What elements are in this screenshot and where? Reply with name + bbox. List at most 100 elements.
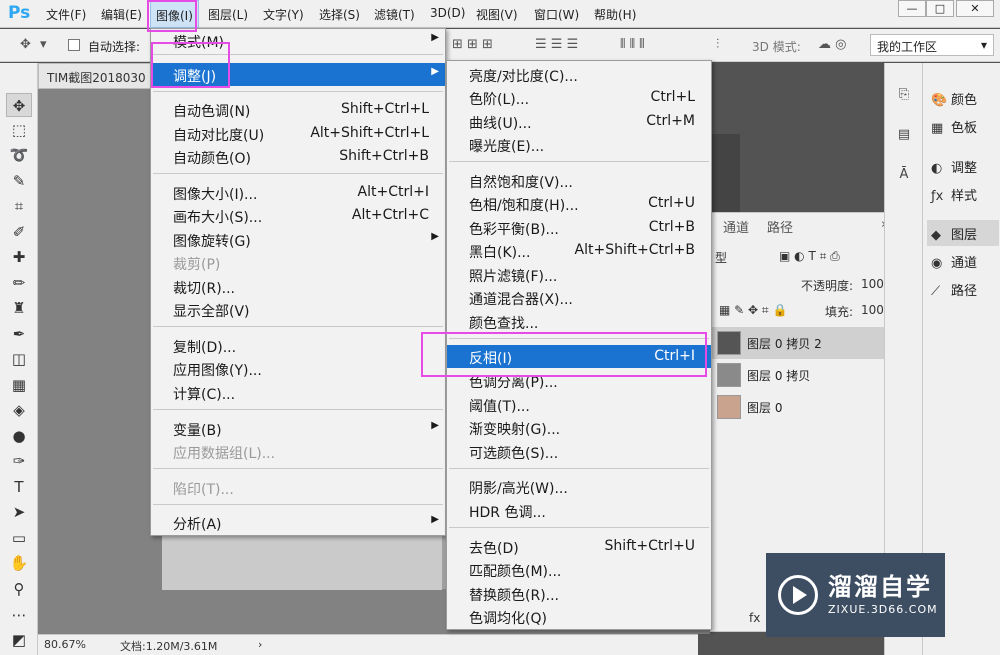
path-select-icon[interactable]: ➤ [6, 500, 32, 524]
character-icon[interactable]: Ā [893, 167, 915, 189]
annotation-box-invert [421, 332, 707, 377]
tab-paths[interactable]: 路径 [767, 217, 793, 236]
distribute-icon[interactable]: ☰ ☰ ☰ [535, 37, 578, 52]
menu-item-replace-color[interactable]: 替换颜色(R)... [447, 582, 711, 605]
menu-item-threshold[interactable]: 阈值(T)... [447, 393, 711, 416]
type-tool-icon[interactable]: T [6, 475, 32, 499]
menu-item-equalize[interactable]: 色调均化(Q) [447, 605, 711, 628]
panel-layers[interactable]: ◆ 图层 [927, 220, 999, 246]
menu-item-photo-filter[interactable]: 照片滤镜(F)... [447, 263, 711, 286]
menu-item-brightness-contrast[interactable]: 亮度/对比度(C)... [447, 63, 711, 86]
zoom-tool-icon[interactable]: ⚲ [6, 577, 32, 601]
menu-3d[interactable]: 3D(D) [430, 6, 465, 20]
menu-item-reveal-all[interactable]: 显示全部(V) [151, 298, 445, 321]
menu-filter[interactable]: 滤镜(T) [374, 6, 415, 23]
panel-adjustments[interactable]: ◐ 调整 [927, 153, 999, 179]
healing-tool-icon[interactable]: ✚ [6, 245, 32, 269]
history-brush-icon[interactable]: ✒ [6, 322, 32, 346]
rectangle-tool-icon[interactable]: ▭ [6, 526, 32, 550]
panel-styles[interactable]: ƒx 样式 [927, 181, 999, 207]
close-icon[interactable]: ✕ [956, 0, 994, 17]
menu-item-canvas-size[interactable]: 画布大小(S)... Alt+Ctrl+C [151, 204, 445, 227]
eraser-tool-icon[interactable]: ◫ [6, 347, 32, 371]
pen-tool-icon[interactable]: ✑ [6, 449, 32, 473]
workspace-select[interactable]: 我的工作区 ▾ [870, 34, 994, 56]
properties-icon[interactable]: ▤ [893, 127, 915, 149]
align-icon[interactable]: ⊞ ⊞ ⊞ [452, 37, 493, 52]
status-arrow-icon[interactable]: › [258, 638, 262, 651]
menu-item-auto-contrast[interactable]: 自动对比度(U) Alt+Shift+Ctrl+L [151, 122, 445, 145]
history-icon[interactable]: ⎘ [893, 87, 915, 109]
gradient-tool-icon[interactable]: ▦ [6, 373, 32, 397]
menu-item-black-white[interactable]: 黑白(K)... Alt+Shift+Ctrl+B [447, 239, 711, 262]
menu-item-curves[interactable]: 曲线(U)... Ctrl+M [447, 110, 711, 133]
auto-select-checkbox[interactable] [68, 39, 80, 51]
3d-orbit-icon[interactable]: ☁ ◎ [818, 37, 846, 52]
menu-item-duplicate[interactable]: 复制(D)... [151, 334, 445, 357]
zoom-level[interactable]: 80.67% [44, 638, 86, 651]
menu-item-color-balance[interactable]: 色彩平衡(B)... Ctrl+B [447, 216, 711, 239]
auto-align-icon[interactable]: ⫶ [716, 37, 719, 52]
lock-icons[interactable]: ▦ ✎ ✥ ⌗ 🔒 [719, 303, 787, 318]
move-tool-icon[interactable]: ✥ [20, 37, 31, 52]
fx-button[interactable]: fx [749, 611, 760, 625]
menu-help[interactable]: 帮助(H) [594, 6, 636, 23]
panel-channels[interactable]: ◉ 通道 [927, 248, 999, 274]
hand-tool-icon[interactable]: ✋ [6, 551, 32, 575]
minimize-icon[interactable]: — [898, 0, 926, 17]
document-tab[interactable]: TIM截图2018030 [38, 63, 158, 89]
menu-type[interactable]: 文字(Y) [263, 6, 304, 23]
menu-item-image-size[interactable]: 图像大小(I)... Alt+Ctrl+I [151, 181, 445, 204]
menu-item-vibrance[interactable]: 自然饱和度(V)... [447, 169, 711, 192]
panel-swatches[interactable]: ▦ 色板 [927, 113, 999, 139]
tab-channels[interactable]: 通道 [723, 217, 749, 236]
menu-view[interactable]: 视图(V) [476, 6, 518, 23]
brush-tool-icon[interactable]: ✏ [6, 271, 32, 295]
menu-window[interactable]: 窗口(W) [534, 6, 579, 23]
menu-item-analysis[interactable]: 分析(A) ▶ [151, 511, 445, 534]
menu-item-exposure[interactable]: 曝光度(E)... [447, 133, 711, 156]
menu-item-color-lookup[interactable]: 颜色查找... [447, 310, 711, 333]
more-tools-icon[interactable]: ⋯ [6, 603, 32, 627]
menu-file[interactable]: 文件(F) [46, 6, 86, 23]
panel-color[interactable]: 🎨 颜色 [927, 85, 999, 111]
menu-item-auto-color[interactable]: 自动颜色(O) Shift+Ctrl+B [151, 145, 445, 168]
maximize-icon[interactable]: □ [926, 0, 954, 17]
menu-item-variables[interactable]: 变量(B) ▶ [151, 417, 445, 440]
blur-tool-icon[interactable]: ◈ [6, 398, 32, 422]
stamp-tool-icon[interactable]: ♜ [6, 296, 32, 320]
menu-item-selective-color[interactable]: 可选颜色(S)... [447, 440, 711, 463]
menu-item-trap[interactable]: 陷印(T)... [151, 476, 445, 499]
menu-item-gradient-map[interactable]: 渐变映射(G)... [447, 416, 711, 439]
panel-paths[interactable]: ⟋ 路径 [927, 276, 999, 302]
layer-kind-filter[interactable]: 型 [715, 249, 727, 266]
marquee-tool-icon[interactable]: ⬚ [6, 118, 32, 142]
menu-item-channel-mixer[interactable]: 通道混合器(X)... [447, 286, 711, 309]
menu-layer[interactable]: 图层(L) [208, 6, 248, 23]
menu-item-apply-image[interactable]: 应用图像(Y)... [151, 357, 445, 380]
menu-item-match-color[interactable]: 匹配颜色(M)... [447, 558, 711, 581]
lasso-tool-icon[interactable]: ➰ [6, 143, 32, 167]
layer-filter-icons[interactable]: ▣ ◐ T ⌗ ⎙ [779, 249, 840, 264]
dodge-tool-icon[interactable]: ● [6, 424, 32, 448]
eyedropper-tool-icon[interactable]: ✐ [6, 220, 32, 244]
menu-item-levels[interactable]: 色阶(L)... Ctrl+L [447, 86, 711, 109]
menu-item-hue-saturation[interactable]: 色相/饱和度(H)... Ctrl+U [447, 192, 711, 215]
crop-tool-icon[interactable]: ⌗ [6, 194, 32, 218]
color-swatch-icon[interactable]: ◩ [6, 628, 32, 652]
menu-item-auto-tone[interactable]: 自动色调(N) Shift+Ctrl+L [151, 98, 445, 121]
menu-item-hdr-toning[interactable]: HDR 色调... [447, 499, 711, 522]
menu-select[interactable]: 选择(S) [319, 6, 360, 23]
menu-item-trim[interactable]: 裁切(R)... [151, 275, 445, 298]
quick-select-tool-icon[interactable]: ✎ [6, 169, 32, 193]
menu-item-desaturate[interactable]: 去色(D) Shift+Ctrl+U [447, 535, 711, 558]
menu-item-image-rotation[interactable]: 图像旋转(G) ▶ [151, 228, 445, 251]
menu-item-crop[interactable]: 裁剪(P) [151, 251, 445, 274]
menu-edit[interactable]: 编辑(E) [101, 6, 142, 23]
menu-item-shadows-highlights[interactable]: 阴影/高光(W)... [447, 475, 711, 498]
menu-item-apply-data-set[interactable]: 应用数据组(L)... [151, 440, 445, 463]
move-tool-icon[interactable]: ✥ [6, 93, 32, 117]
menu-item-calculations[interactable]: 计算(C)... [151, 381, 445, 404]
distribute-horizontal-icon[interactable]: ⫴ ⫴ ⫴ [620, 37, 645, 52]
dropdown-arrow-icon[interactable]: ▾ [40, 37, 47, 52]
